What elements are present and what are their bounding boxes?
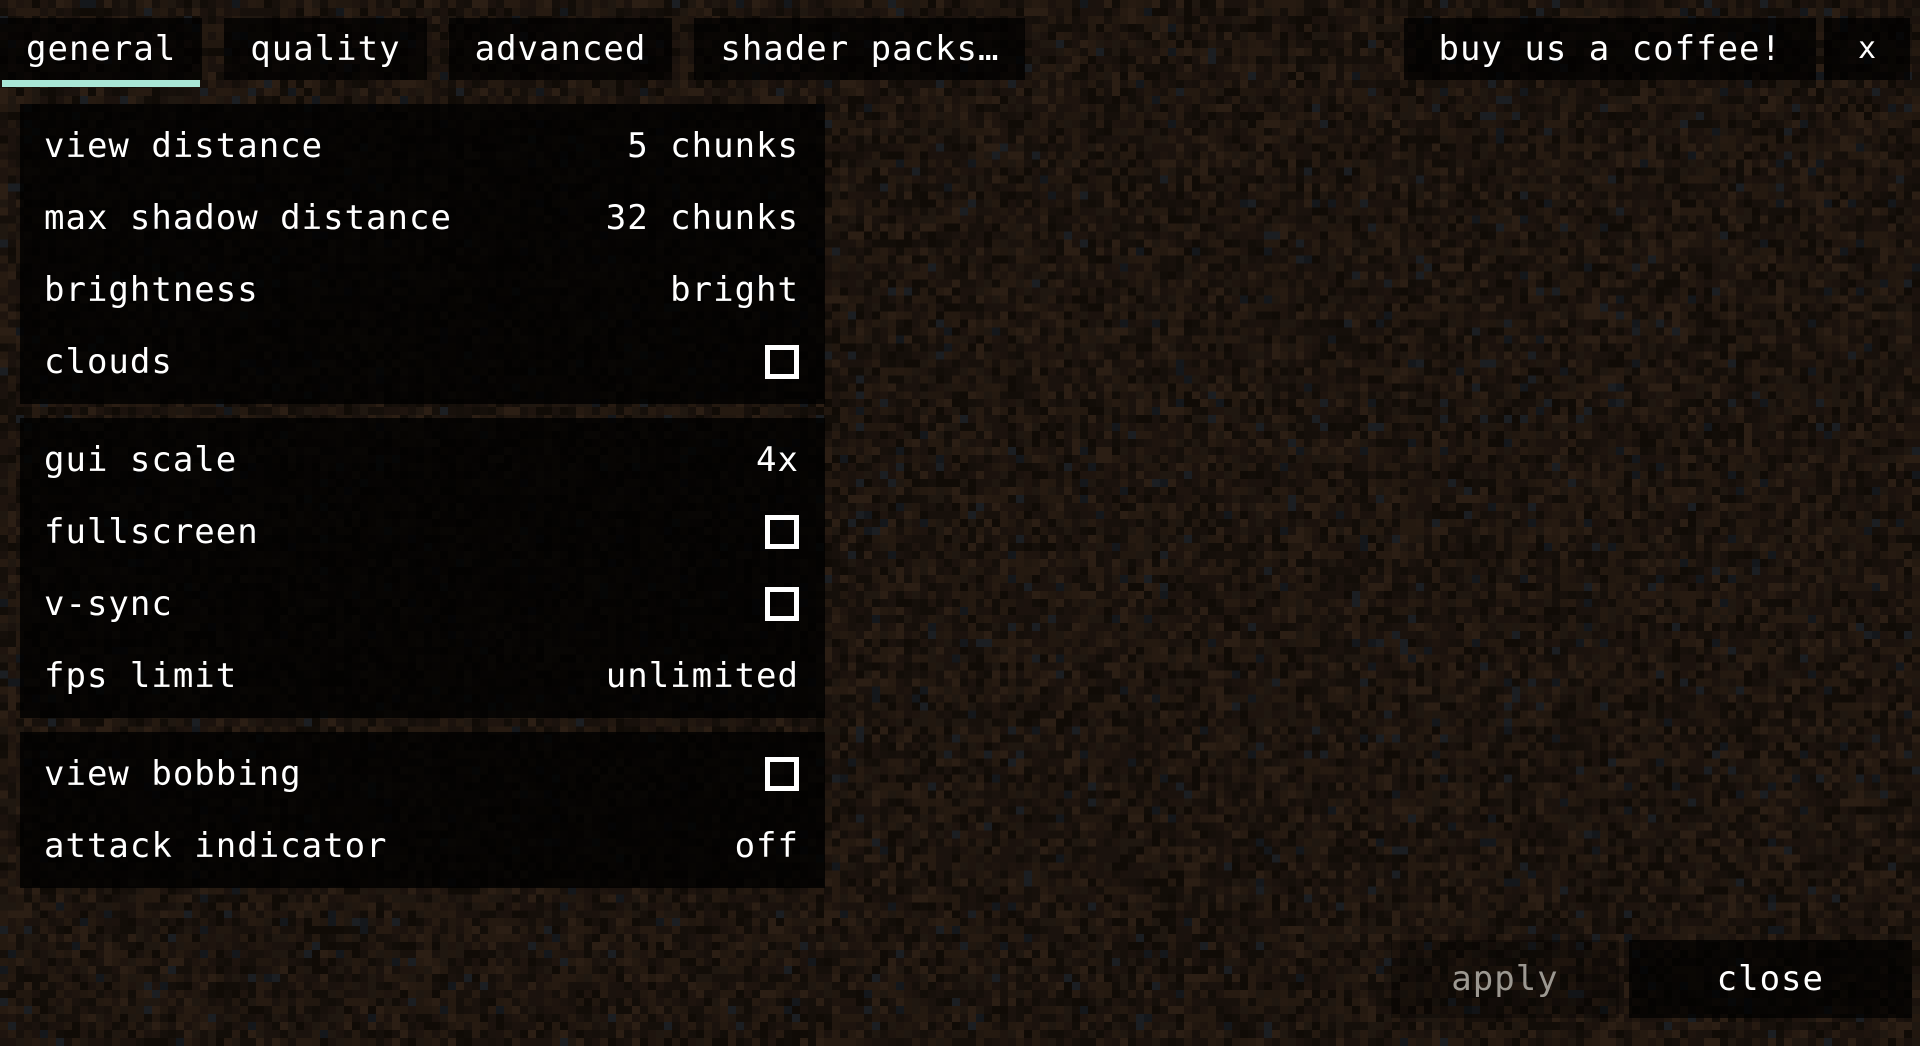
tab-general[interactable]: general (0, 18, 203, 87)
option-label: fullscreen (44, 512, 259, 552)
checkbox-clouds[interactable] (765, 345, 799, 379)
option-label: brightness (44, 270, 259, 310)
group-separator (20, 718, 825, 732)
option-row-attack-indicator[interactable]: attack indicator off (20, 810, 825, 882)
render-group: view distance 5 chunks max shadow distance… (20, 104, 825, 404)
option-label: fps limit (44, 656, 238, 696)
tab-label: quality (250, 29, 401, 69)
option-value: unlimited (605, 656, 799, 696)
option-value: bright (670, 270, 799, 310)
gameplay-group: view bobbing attack indicator off (20, 732, 825, 888)
option-label: max shadow distance (44, 198, 452, 238)
close-button-label: close (1716, 959, 1824, 999)
apply-button[interactable]: apply (1391, 940, 1619, 1018)
window-group: gui scale 4x fullscreen v-sync fps limit unli… (20, 418, 825, 718)
option-row-max-shadow-distance[interactable]: max shadow distance 32 chunks (20, 182, 825, 254)
option-label: v-sync (44, 584, 173, 624)
option-value: off (734, 826, 799, 866)
close-icon: x (1857, 31, 1877, 66)
option-row-fullscreen[interactable]: fullscreen (20, 496, 825, 568)
option-label: view bobbing (44, 754, 302, 794)
close-icon-button[interactable]: x (1824, 18, 1910, 80)
option-value: 32 chunks (605, 198, 799, 238)
active-tab-underline (2, 80, 201, 87)
option-value: 5 chunks (627, 126, 799, 166)
tab-advanced[interactable]: advanced (448, 18, 673, 80)
options-panel: view distance 5 chunks max shadow distance… (20, 104, 825, 888)
option-row-clouds[interactable]: clouds (20, 326, 825, 398)
option-row-brightness[interactable]: brightness bright (20, 254, 825, 326)
close-button[interactable]: close (1628, 940, 1912, 1018)
tab-label: general (26, 29, 177, 69)
tab-quality[interactable]: quality (224, 18, 427, 80)
option-label: view distance (44, 126, 324, 166)
buy-us-a-coffee-label: buy us a coffee! (1438, 29, 1782, 69)
footer-actions: apply close (1391, 940, 1912, 1018)
option-row-fps-limit[interactable]: fps limit unlimited (20, 640, 825, 712)
option-row-view-bobbing[interactable]: view bobbing (20, 738, 825, 810)
option-row-view-distance[interactable]: view distance 5 chunks (20, 110, 825, 182)
option-label: gui scale (44, 440, 238, 480)
option-label: clouds (44, 342, 173, 382)
apply-button-label: apply (1451, 959, 1559, 999)
option-row-v-sync[interactable]: v-sync (20, 568, 825, 640)
option-value: 4x (756, 440, 799, 480)
header-actions: buy us a coffee! x (1404, 18, 1910, 80)
checkbox-view-bobbing[interactable] (765, 757, 799, 791)
tab-label: shader packs… (720, 29, 1000, 69)
checkbox-v-sync[interactable] (765, 587, 799, 621)
tab-shader-packs[interactable]: shader packs… (694, 18, 1026, 80)
tab-label: advanced (474, 29, 647, 69)
option-label: attack indicator (44, 826, 388, 866)
tab-bar: general quality advanced shader packs… (0, 18, 1047, 87)
group-separator (20, 404, 825, 418)
buy-us-a-coffee-button[interactable]: buy us a coffee! (1404, 18, 1816, 80)
checkbox-fullscreen[interactable] (765, 515, 799, 549)
option-row-gui-scale[interactable]: gui scale 4x (20, 424, 825, 496)
